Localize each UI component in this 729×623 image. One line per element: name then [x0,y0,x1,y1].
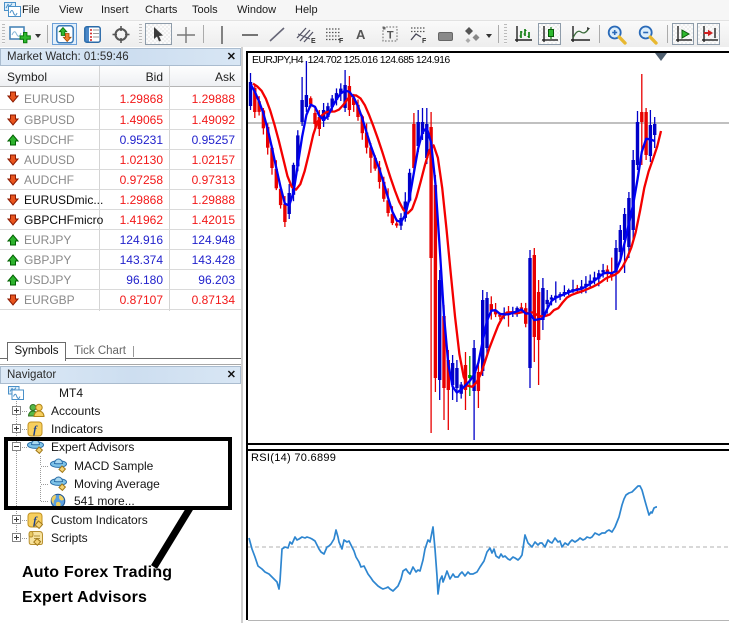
svg-text:F: F [422,38,427,44]
svg-text:F: F [339,38,344,44]
svg-text:E: E [311,38,316,44]
svg-text:T: T [387,30,394,42]
